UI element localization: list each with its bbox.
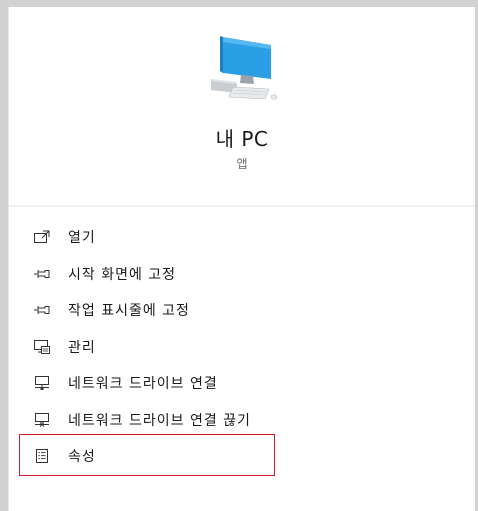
open-icon <box>33 228 51 246</box>
app-header: 내 PC 앱 <box>9 7 475 205</box>
menu-item-pin-start[interactable]: 시작 화면에 고정 <box>9 256 475 293</box>
menu-item-open[interactable]: 열기 <box>9 219 475 256</box>
computer-icon <box>211 36 278 100</box>
manage-icon <box>33 338 51 356</box>
context-panel: 내 PC 앱 열기 시작 화면에 고정 작업 표시줄에 고정 관리 네트워크 드… <box>8 7 475 511</box>
app-title: 내 PC <box>215 127 269 151</box>
pin-icon <box>33 265 51 283</box>
menu-item-label: 관리 <box>68 339 96 356</box>
context-menu: 열기 시작 화면에 고정 작업 표시줄에 고정 관리 네트워크 드라이브 연결 … <box>9 219 475 475</box>
menu-item-pin-taskbar[interactable]: 작업 표시줄에 고정 <box>9 292 475 329</box>
menu-item-label: 네트워크 드라이브 연결 <box>68 376 218 393</box>
menu-item-map-network-drive[interactable]: 네트워크 드라이브 연결 <box>9 365 475 402</box>
divider <box>9 205 475 207</box>
pin-icon <box>33 301 51 319</box>
menu-item-label: 시작 화면에 고정 <box>68 266 177 283</box>
app-subtitle: 앱 <box>236 157 248 171</box>
menu-item-disconnect-network-drive[interactable]: 네트워크 드라이브 연결 끊기 <box>9 402 475 439</box>
menu-item-label: 작업 표시줄에 고정 <box>68 303 190 320</box>
menu-item-properties[interactable]: 속성 <box>9 438 475 475</box>
network-drive-icon <box>33 374 51 392</box>
disconnect-drive-icon <box>33 411 51 429</box>
menu-item-manage[interactable]: 관리 <box>9 329 475 366</box>
properties-icon <box>33 447 51 465</box>
menu-item-label: 속성 <box>68 449 96 466</box>
menu-item-label: 네트워크 드라이브 연결 끊기 <box>68 412 251 429</box>
menu-item-label: 열기 <box>68 230 96 247</box>
